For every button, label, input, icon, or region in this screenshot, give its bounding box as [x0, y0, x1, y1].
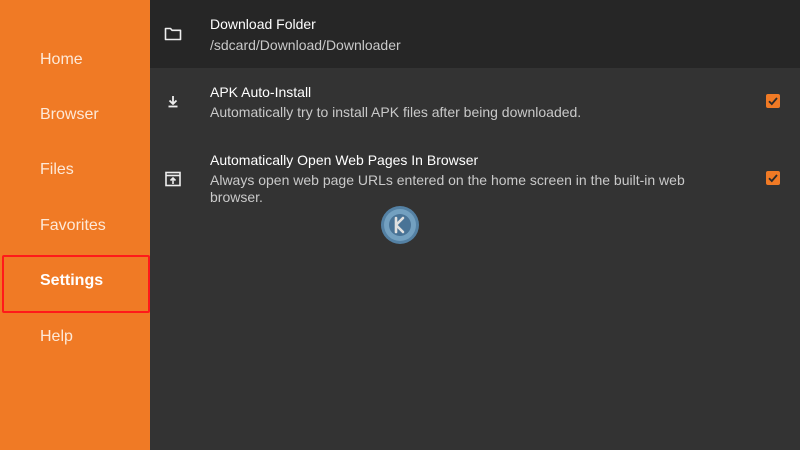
sidebar: Home Browser Files Favorites Settings He… [0, 0, 150, 450]
folder-icon [164, 25, 182, 43]
apk-auto-install-checkbox[interactable] [766, 94, 780, 108]
sidebar-item-settings[interactable]: Settings [40, 269, 103, 293]
download-folder-title: Download Folder [210, 16, 316, 32]
sidebar-item-home[interactable]: Home [40, 48, 83, 72]
apk-auto-install-title: APK Auto-Install [210, 84, 312, 100]
setting-apk-auto-install[interactable]: APK Auto-Install Automatically try to in… [150, 80, 800, 130]
sidebar-item-browser[interactable]: Browser [40, 103, 99, 127]
settings-panel: Download Folder /sdcard/Download/Downloa… [150, 0, 800, 450]
download-folder-path: /sdcard/Download/Downloader [210, 37, 401, 53]
setting-download-folder[interactable]: Download Folder /sdcard/Download/Downloa… [150, 0, 800, 68]
download-icon [164, 93, 182, 111]
open-in-browser-icon [164, 170, 182, 188]
sidebar-item-files[interactable]: Files [40, 158, 74, 182]
checkmark-icon [768, 174, 778, 183]
sidebar-item-favorites[interactable]: Favorites [40, 214, 106, 238]
apk-auto-install-description: Automatically try to install APK files a… [210, 104, 582, 120]
auto-open-web-description: Always open web page URLs entered on the… [210, 172, 685, 205]
watermark-logo-icon [380, 205, 420, 245]
setting-auto-open-web-pages[interactable]: Automatically Open Web Pages In Browser … [150, 148, 800, 210]
auto-open-web-checkbox[interactable] [766, 171, 780, 185]
sidebar-item-help[interactable]: Help [40, 325, 73, 349]
checkmark-icon [768, 97, 778, 106]
auto-open-web-title: Automatically Open Web Pages In Browser [210, 152, 479, 168]
app-window: Home Browser Files Favorites Settings He… [0, 0, 800, 450]
